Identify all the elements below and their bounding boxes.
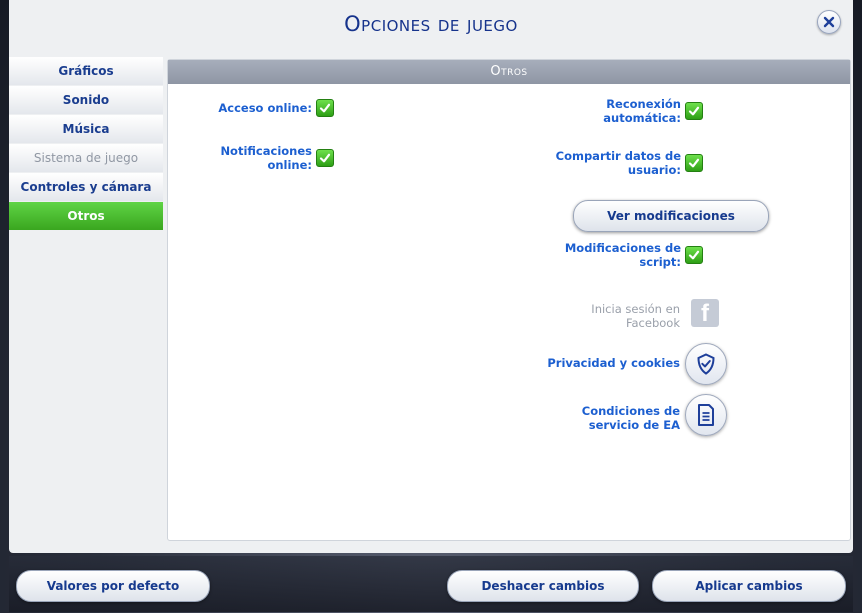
shield-check-icon [697,353,715,375]
terms-label-line1: Condiciones de [581,404,680,418]
option-label: Notificaciones online: [220,144,312,172]
facebook-label-line2: Facebook [625,316,680,330]
option-label-line2: usuario: [627,163,681,177]
sidebar-item-otros[interactable]: Otros [9,202,163,230]
check-icon [319,103,331,113]
option-notificaciones-online: Notificaciones online: [178,144,334,172]
sidebar-item-graficos[interactable]: Gráficos [9,57,163,85]
checkbox-acceso-online[interactable] [316,99,334,117]
apply-changes-button[interactable]: Aplicar cambios [652,570,846,602]
panel-header: Otros [168,60,850,84]
option-label-line2: automática: [603,111,681,125]
sidebar-item-sonido[interactable]: Sonido [9,86,163,114]
facebook-login-button[interactable]: f [691,299,719,327]
checkbox-notificaciones-online[interactable] [316,149,334,167]
terms-button[interactable] [685,394,727,436]
privacy-button[interactable] [685,343,727,385]
option-acceso-online: Acceso online: [208,98,334,118]
checkbox-compartir-datos[interactable] [685,154,703,172]
terms-label: Condiciones de servicio de EA [528,403,680,433]
facebook-login-label: Inicia sesión en Facebook [528,301,680,331]
defaults-button[interactable]: Valores por defecto [16,570,210,602]
sidebar: Gráficos Sonido Música Sistema de juego … [9,57,163,231]
footer-bar: Valores por defecto Deshacer cambios Apl… [9,556,853,612]
check-icon [688,250,700,260]
option-modificaciones-script: Modificaciones de script: [548,240,703,270]
option-label-line2: script: [639,255,681,269]
terms-label-line2: servicio de EA [588,418,680,432]
option-label: Acceso online: [218,101,312,115]
facebook-icon: f [701,300,709,327]
options-panel: Otros Acceso online: Notificaciones onli… [167,59,851,541]
close-icon [823,16,835,28]
option-reconexion-automatica: Reconexión automática: [548,96,703,126]
check-icon [688,106,700,116]
option-label-line1: Reconexión [606,97,681,111]
close-button[interactable] [817,10,841,34]
option-label-line1: Modificaciones de [564,241,681,255]
undo-changes-button[interactable]: Deshacer cambios [447,570,639,602]
game-options-window: Opciones de juego Gráficos Sonido Música… [9,0,853,553]
sidebar-item-sistema-de-juego[interactable]: Sistema de juego [9,144,163,172]
privacy-label: Privacidad y cookies [547,356,680,370]
view-mods-button[interactable]: Ver modificaciones [573,200,769,232]
option-label-line1: Compartir datos de [555,149,681,163]
check-icon [319,153,331,163]
option-compartir-datos: Compartir datos de usuario: [548,148,703,178]
sidebar-item-controles-y-camara[interactable]: Controles y cámara [9,173,163,201]
checkbox-modificaciones-script[interactable] [685,246,703,264]
check-icon [688,158,700,168]
sidebar-item-musica[interactable]: Música [9,115,163,143]
facebook-label-line1: Inicia sesión en [591,302,680,316]
window-title: Opciones de juego [344,12,518,36]
checkbox-reconexion-automatica[interactable] [685,102,703,120]
document-icon [698,404,714,426]
